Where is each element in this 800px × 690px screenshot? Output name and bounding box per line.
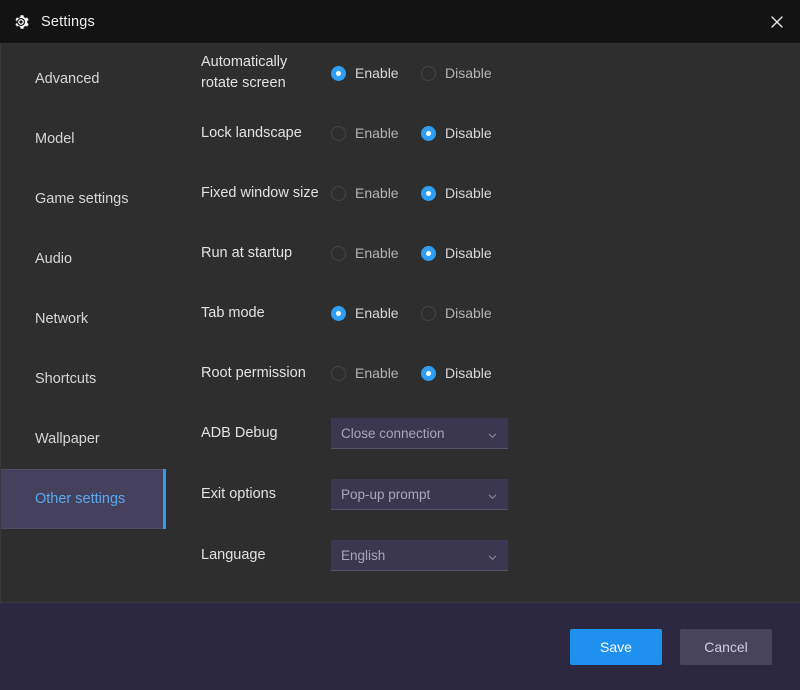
radio-label: Disable xyxy=(445,185,492,201)
chevron-down-icon xyxy=(487,428,498,439)
setting-label: Fixed window size xyxy=(201,184,319,201)
radio-label: Disable xyxy=(445,365,492,381)
radio-label: Disable xyxy=(445,245,492,261)
language-select-value: English xyxy=(341,547,386,563)
setting-label: ADB Debug xyxy=(201,425,278,441)
setting-row-fixed-window-size: Fixed window size Enable Disable xyxy=(166,163,800,223)
radio-indicator xyxy=(421,65,436,81)
sidebar-item-audio[interactable]: Audio xyxy=(1,229,166,289)
setting-row-exit-options: Exit options Pop-up prompt xyxy=(166,464,800,525)
radio-indicator xyxy=(331,305,346,321)
sidebar-item-label: Game settings xyxy=(35,191,129,207)
sidebar: Advanced Model Game settings Audio Netwo… xyxy=(0,43,166,602)
radio-label: Enable xyxy=(355,65,399,81)
language-select[interactable]: English xyxy=(331,540,508,571)
exit-options-select[interactable]: Pop-up prompt xyxy=(331,479,508,510)
radio-root-permission-disable[interactable]: Disable xyxy=(421,365,511,381)
radio-indicator xyxy=(331,65,346,81)
sidebar-item-label: Other settings xyxy=(35,491,126,507)
radio-group-fixed-window-size: Enable Disable xyxy=(331,185,511,201)
window-title: Settings xyxy=(41,13,95,30)
radio-tab-mode-enable[interactable]: Enable xyxy=(331,305,421,321)
radio-fixed-window-size-disable[interactable]: Disable xyxy=(421,185,511,201)
settings-body: Advanced Model Game settings Audio Netwo… xyxy=(0,43,800,602)
sidebar-item-model[interactable]: Model xyxy=(1,109,166,169)
setting-label: Lock landscape xyxy=(201,124,302,141)
sidebar-item-label: Network xyxy=(35,311,89,327)
radio-indicator xyxy=(421,125,436,141)
sidebar-item-label: Model xyxy=(35,131,75,147)
settings-window: Settings Advanced Model Game settings Au… xyxy=(0,0,800,690)
sidebar-item-other-settings[interactable]: Other settings xyxy=(1,469,166,529)
radio-group-auto-rotate: Enable Disable xyxy=(331,65,511,81)
radio-indicator xyxy=(331,185,346,201)
setting-label: Root permission xyxy=(201,364,306,381)
gear-icon xyxy=(12,13,30,31)
setting-label: Automatically rotate screen xyxy=(201,54,288,91)
sidebar-item-label: Shortcuts xyxy=(35,371,97,387)
setting-row-tab-mode: Tab mode Enable Disable xyxy=(166,283,800,343)
sidebar-item-label: Advanced xyxy=(35,71,100,87)
radio-indicator xyxy=(331,365,346,381)
radio-label: Enable xyxy=(355,245,399,261)
radio-group-run-at-startup: Enable Disable xyxy=(331,245,511,261)
radio-run-at-startup-disable[interactable]: Disable xyxy=(421,245,511,261)
radio-group-tab-mode: Enable Disable xyxy=(331,305,511,321)
chevron-down-icon xyxy=(487,489,498,500)
radio-label: Disable xyxy=(445,305,492,321)
setting-label: Tab mode xyxy=(201,304,265,321)
radio-label: Disable xyxy=(445,65,492,81)
setting-row-root-permission: Root permission Enable Disable xyxy=(166,343,800,403)
adb-debug-select-value: Close connection xyxy=(341,425,445,441)
radio-fixed-window-size-enable[interactable]: Enable xyxy=(331,185,421,201)
sidebar-item-label: Audio xyxy=(35,251,73,267)
sidebar-list: Advanced Model Game settings Audio Netwo… xyxy=(1,49,166,529)
setting-row-auto-rotate: Automatically rotate screen Enable Disab… xyxy=(166,43,800,103)
setting-row-adb-debug: ADB Debug Close connection xyxy=(166,403,800,464)
sidebar-item-shortcuts[interactable]: Shortcuts xyxy=(1,349,166,409)
radio-label: Disable xyxy=(445,125,492,141)
close-icon xyxy=(769,14,785,30)
radio-tab-mode-disable[interactable]: Disable xyxy=(421,305,511,321)
radio-indicator xyxy=(331,245,346,261)
radio-lock-landscape-disable[interactable]: Disable xyxy=(421,125,511,141)
titlebar: Settings xyxy=(0,0,800,43)
radio-root-permission-enable[interactable]: Enable xyxy=(331,365,421,381)
radio-label: Enable xyxy=(355,305,399,321)
radio-indicator xyxy=(421,185,436,201)
close-button[interactable] xyxy=(754,0,800,43)
setting-row-language: Language English xyxy=(166,525,800,586)
cancel-button[interactable]: Cancel xyxy=(680,628,772,665)
setting-row-lock-landscape: Lock landscape Enable Disable xyxy=(166,103,800,163)
radio-indicator xyxy=(421,245,436,261)
radio-group-lock-landscape: Enable Disable xyxy=(331,125,511,141)
radio-auto-rotate-disable[interactable]: Disable xyxy=(421,65,511,81)
settings-content: Automatically rotate screen Enable Disab… xyxy=(166,43,800,602)
save-button[interactable]: Save xyxy=(570,628,662,665)
setting-label: Language xyxy=(201,547,266,563)
setting-label: Run at startup xyxy=(201,244,293,261)
radio-indicator xyxy=(421,305,436,321)
setting-label: Exit options xyxy=(201,486,276,502)
adb-debug-select[interactable]: Close connection xyxy=(331,418,508,449)
radio-indicator xyxy=(421,365,436,381)
radio-indicator xyxy=(331,125,346,141)
setting-row-run-at-startup: Run at startup Enable Disable xyxy=(166,223,800,283)
radio-lock-landscape-enable[interactable]: Enable xyxy=(331,125,421,141)
radio-label: Enable xyxy=(355,185,399,201)
exit-options-select-value: Pop-up prompt xyxy=(341,486,431,502)
footer-bar: Save Cancel xyxy=(0,602,800,690)
radio-label: Enable xyxy=(355,365,399,381)
sidebar-item-advanced[interactable]: Advanced xyxy=(1,49,166,109)
radio-label: Enable xyxy=(355,125,399,141)
sidebar-item-game-settings[interactable]: Game settings xyxy=(1,169,166,229)
sidebar-item-label: Wallpaper xyxy=(35,431,100,447)
radio-auto-rotate-enable[interactable]: Enable xyxy=(331,65,421,81)
radio-group-root-permission: Enable Disable xyxy=(331,365,511,381)
chevron-down-icon xyxy=(487,550,498,561)
sidebar-item-wallpaper[interactable]: Wallpaper xyxy=(1,409,166,469)
radio-run-at-startup-enable[interactable]: Enable xyxy=(331,245,421,261)
sidebar-item-network[interactable]: Network xyxy=(1,289,166,349)
